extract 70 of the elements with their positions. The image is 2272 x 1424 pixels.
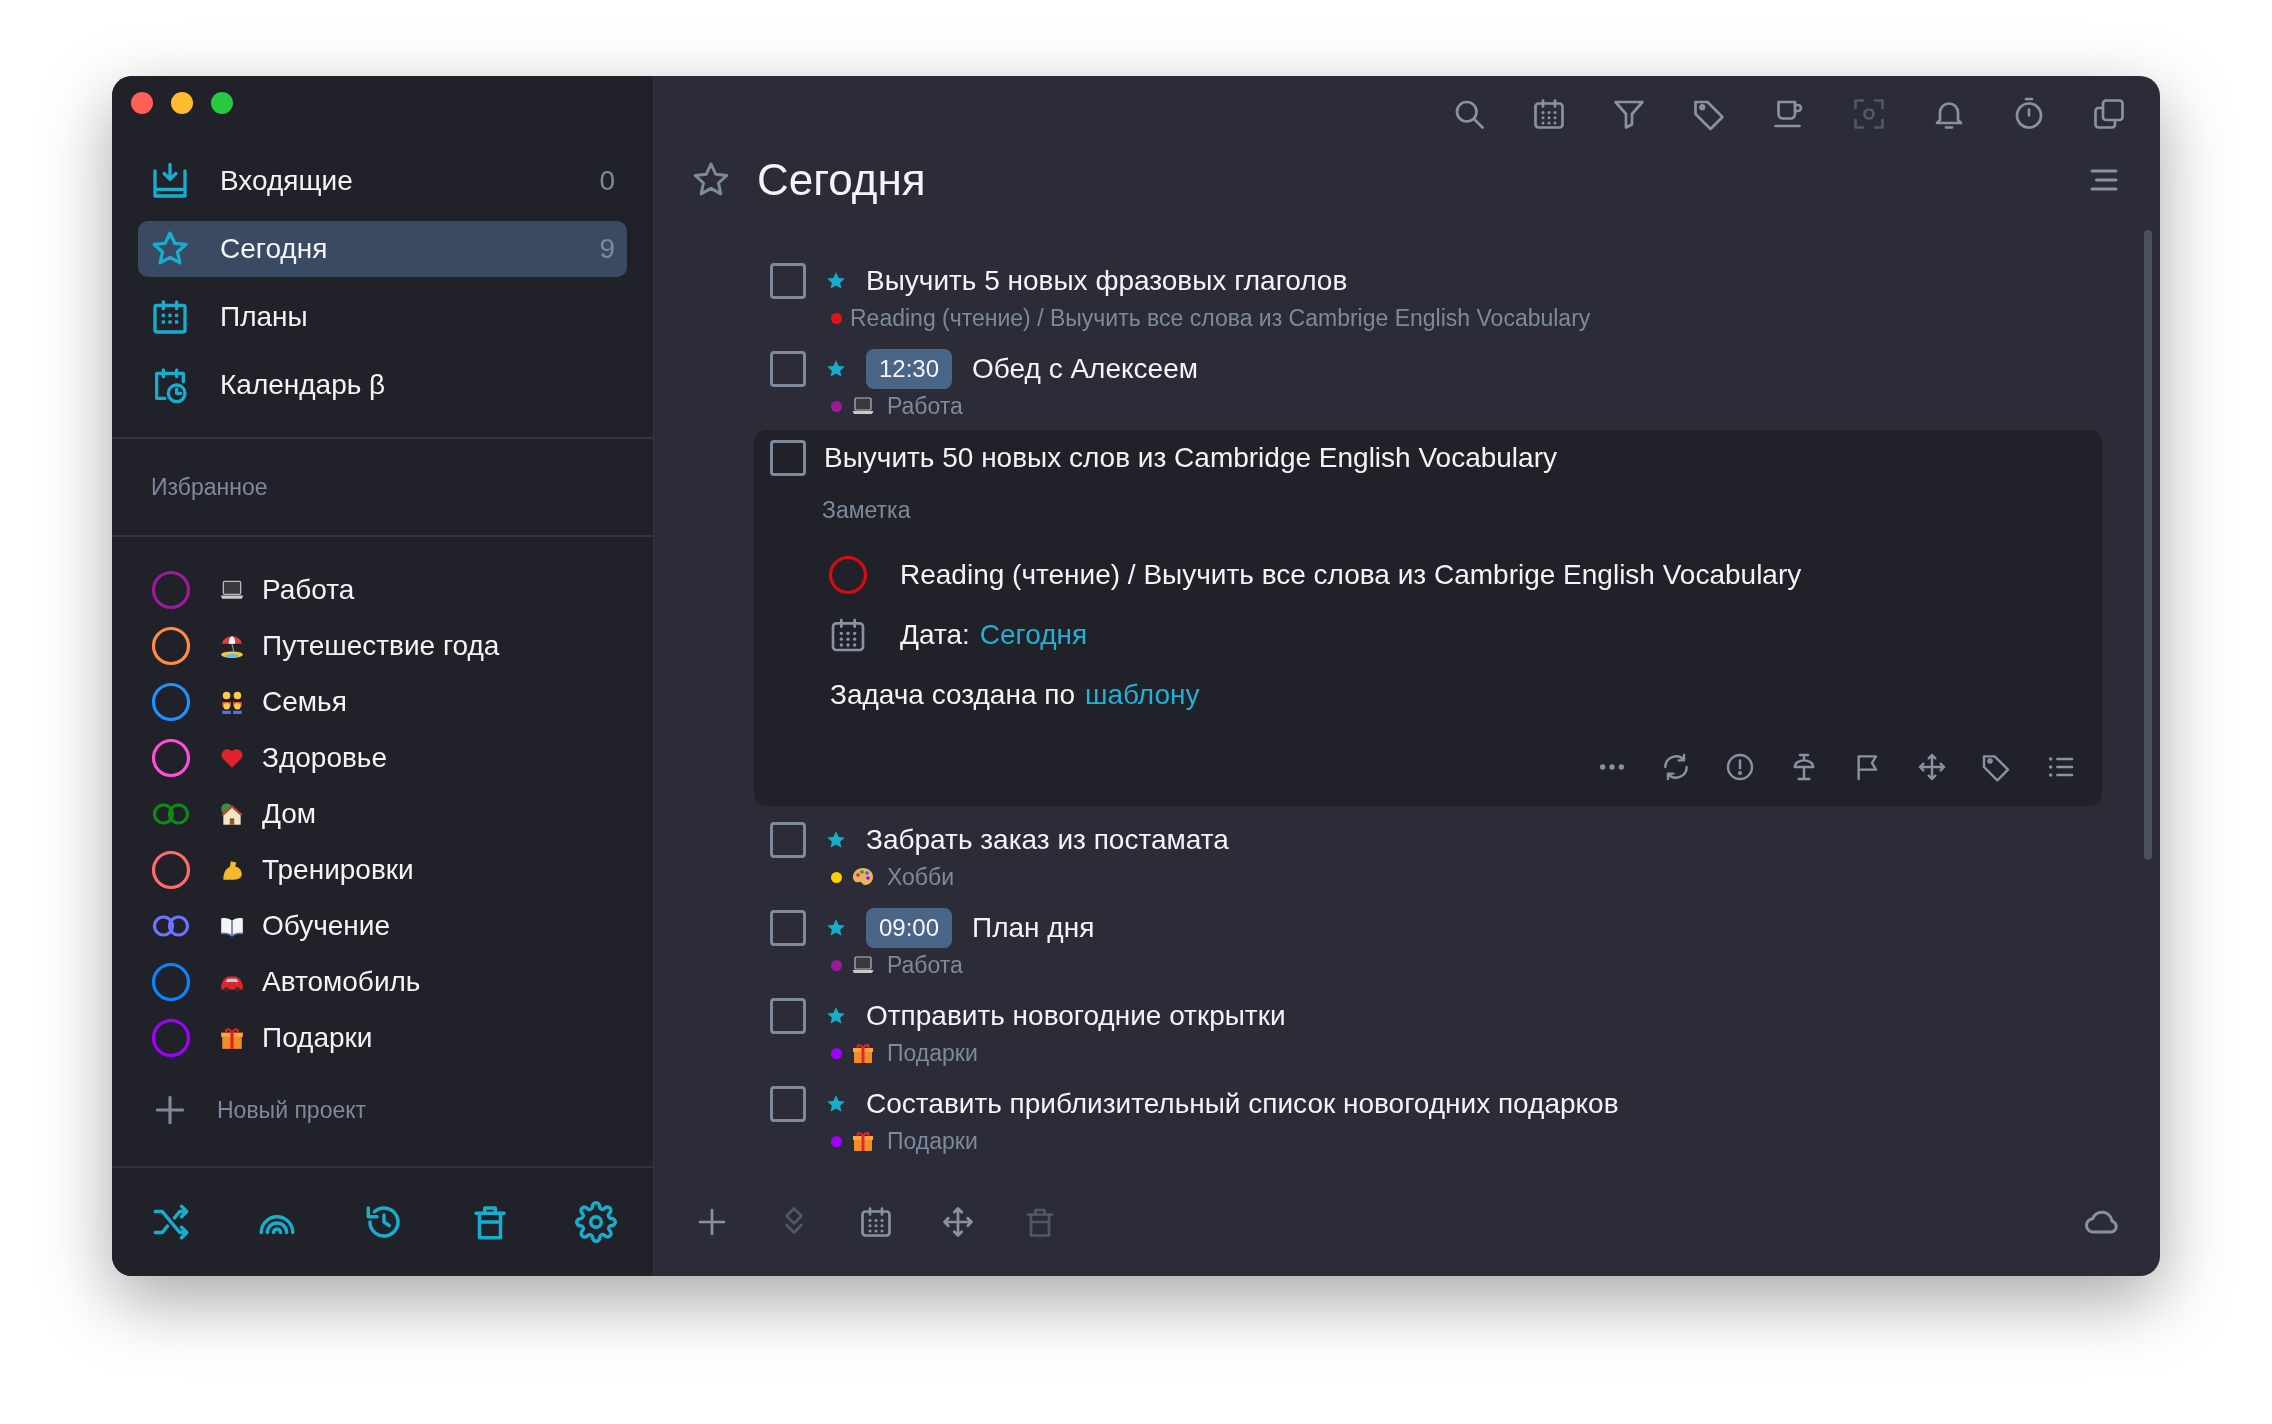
section-heading: Избранное	[151, 472, 268, 502]
gift-icon	[851, 1129, 875, 1153]
task-title[interactable]: Отправить новогодние открытки	[866, 995, 1286, 1037]
project-item[interactable]: Подарки	[262, 1017, 373, 1059]
project-item[interactable]: Работа	[262, 569, 355, 611]
checkbox[interactable]	[770, 351, 806, 387]
shuffle-icon[interactable]	[150, 1201, 192, 1243]
checkbox[interactable]	[770, 440, 806, 476]
scrollbar-thumb[interactable]	[2144, 230, 2152, 860]
checkbox[interactable]	[770, 263, 806, 299]
task-project: Reading (чтение) / Выучить все слова из Cambrige English Vocabulary	[850, 303, 1591, 333]
item-count: 0	[599, 164, 615, 198]
item-count: 9	[599, 232, 615, 266]
alert-icon[interactable]	[1724, 751, 1756, 783]
nav-item[interactable]: Сегодня 9	[138, 221, 627, 277]
task-title[interactable]: Выучить 50 новых слов из Cambridge English Vocabulary	[824, 437, 1557, 479]
settings-icon[interactable]	[575, 1201, 617, 1243]
house-icon	[219, 801, 245, 827]
project-item[interactable]: Тренировки	[262, 849, 414, 891]
project-item[interactable]: Здоровье	[262, 737, 387, 779]
task-project: Работа	[887, 950, 963, 980]
copy-icon[interactable]	[2091, 96, 2127, 132]
project-path[interactable]: Reading (чтение) / Выучить все слова из Cambrige English Vocabulary	[900, 554, 1802, 596]
project-item[interactable]: Дом	[262, 793, 317, 835]
template-link[interactable]: шаблону	[1085, 674, 1200, 716]
nav-label: Входящие	[220, 164, 354, 198]
nav-label: Сегодня	[220, 232, 329, 266]
nav-item[interactable]: Планы	[138, 289, 627, 345]
nav-item[interactable]: Календарь β	[138, 357, 627, 413]
task-title[interactable]: Составить приблизительный список новогодних подарков	[866, 1083, 1619, 1125]
people-icon	[219, 689, 245, 715]
task-project: Хобби	[887, 862, 955, 892]
checkbox[interactable]	[770, 822, 806, 858]
date-link[interactable]: Сегодня	[979, 614, 1088, 656]
project-item[interactable]: Автомобиль	[262, 961, 421, 1003]
note-field[interactable]: Заметка	[822, 488, 2062, 532]
zoom-button[interactable]	[211, 92, 233, 114]
task-title[interactable]: Забрать заказ из постамата	[866, 819, 1229, 861]
project-item[interactable]: Путешествие года	[262, 625, 500, 667]
move-icon[interactable]	[940, 1204, 976, 1240]
task-project: Подарки	[887, 1038, 978, 1068]
gift-icon	[219, 1025, 245, 1051]
task-project: Подарки	[887, 1126, 978, 1156]
calendar-icon	[150, 297, 190, 337]
task-project: Работа	[887, 391, 963, 421]
calendar-icon[interactable]	[1531, 96, 1567, 132]
project-item[interactable]: Семья	[262, 681, 347, 723]
task-title[interactable]: Обед с Алексеем	[972, 348, 1198, 390]
nav-label: Календарь β	[220, 368, 387, 402]
nav-label: Планы	[220, 300, 309, 334]
task-title[interactable]: Выучить 5 новых фразовых глаголов	[866, 260, 1348, 302]
gift-icon	[851, 1041, 875, 1065]
new-project-link[interactable]: Новый проект	[217, 1092, 367, 1128]
close-button[interactable]	[131, 92, 153, 114]
project-item[interactable]: Обучение	[262, 905, 391, 947]
time-badge: 12:30	[866, 349, 953, 389]
task-title[interactable]: План дня	[972, 907, 1095, 949]
time-badge: 09:00	[866, 908, 953, 948]
template-note: Задача создана по	[830, 678, 1075, 712]
move-icon[interactable]	[1916, 751, 1948, 783]
checkbox[interactable]	[770, 1086, 806, 1122]
inbox-icon	[150, 161, 190, 201]
page-title: Сегодня	[757, 158, 926, 202]
checkbox[interactable]	[770, 998, 806, 1034]
date-label: Дата:	[900, 618, 970, 652]
calendar-icon[interactable]	[858, 1204, 894, 1240]
nav-item[interactable]: Входящие 0	[138, 153, 627, 209]
minimize-button[interactable]	[171, 92, 193, 114]
checkbox[interactable]	[770, 910, 806, 946]
beach-umbrella-icon	[219, 633, 245, 659]
